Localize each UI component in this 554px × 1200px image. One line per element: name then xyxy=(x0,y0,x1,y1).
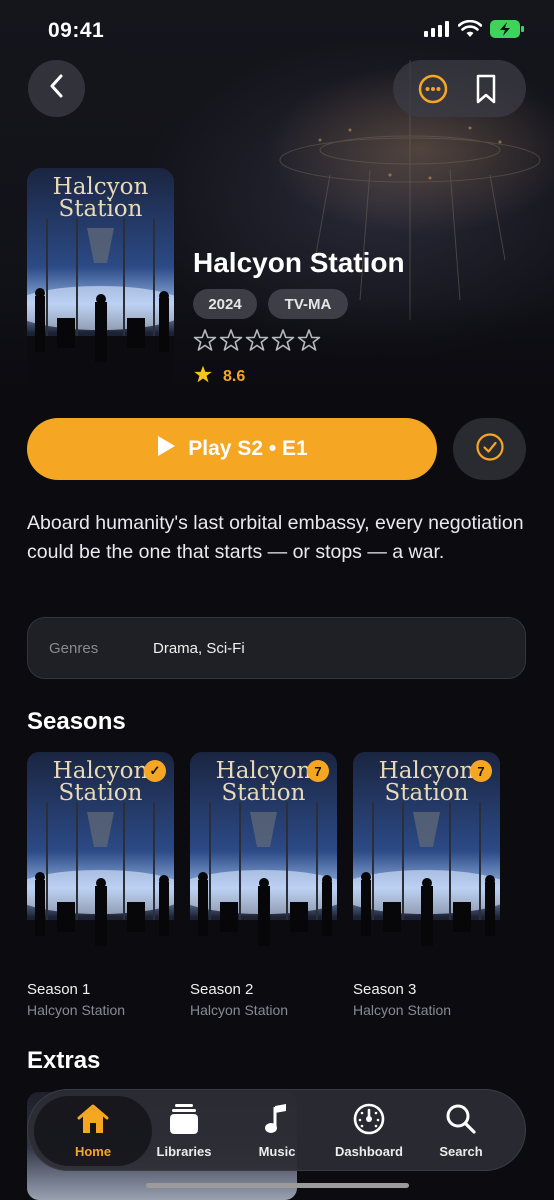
season-poster: Halcyon Station 7 xyxy=(190,752,337,972)
battery-icon xyxy=(490,20,524,43)
checkmark-circle-icon xyxy=(475,432,505,467)
poster-title-line1: Halcyon xyxy=(52,174,149,200)
play-button[interactable]: Play S2 • E1 xyxy=(27,418,437,480)
poster-title-line2: Station xyxy=(58,780,143,806)
season-name: Season 2 xyxy=(190,981,254,998)
wifi-icon xyxy=(457,19,483,43)
community-rating: 8.6 xyxy=(193,364,245,389)
star-outline-icon xyxy=(193,329,321,351)
music-icon xyxy=(264,1103,290,1138)
poster-title-line2: Station xyxy=(58,196,143,222)
tab-dashboard[interactable]: Dashboard xyxy=(323,1096,415,1166)
tab-label: Music xyxy=(258,1144,296,1159)
season-card[interactable]: Halcyon Station 7 Season 2 Halcyon Stati… xyxy=(190,752,337,1018)
genres-value[interactable]: Drama, Sci-Fi xyxy=(153,640,245,657)
year-chip: 2024 xyxy=(193,289,257,319)
signal-icon xyxy=(424,21,450,42)
show-title: Halcyon Station xyxy=(193,247,405,278)
show-description: Aboard humanity's last orbital embassy, … xyxy=(27,512,524,563)
tab-label: Search xyxy=(439,1144,483,1159)
community-rating-value: 8.6 xyxy=(223,367,246,385)
bookmark-button[interactable] xyxy=(466,69,506,109)
seasons-heading: Seasons xyxy=(27,708,126,735)
season-name: Season 1 xyxy=(27,981,91,998)
tab-label: Home xyxy=(74,1144,112,1159)
status-bar: 09:41 xyxy=(0,0,554,60)
poster-title-line2: Station xyxy=(384,780,469,806)
content-rating-chip: TV-MA xyxy=(268,289,348,319)
user-rating-stars[interactable] xyxy=(193,328,323,354)
show-poster: Halcyon Station xyxy=(27,168,174,388)
bookmark-icon xyxy=(476,74,495,103)
tab-home[interactable]: Home xyxy=(34,1096,152,1166)
genres-label: Genres xyxy=(49,639,99,657)
status-time: 09:41 xyxy=(48,19,105,42)
season-series: Halcyon Station xyxy=(353,1002,452,1018)
chevron-left-icon xyxy=(47,74,67,103)
tab-bar: Home Libraries Music Dashboard Search xyxy=(27,1089,526,1171)
unwatched-count-badge: 7 xyxy=(470,760,492,782)
season-card[interactable]: Halcyon Station 7 Season 3 Halcyon Stati… xyxy=(353,752,500,1018)
mark-watched-button[interactable] xyxy=(453,418,526,480)
search-icon xyxy=(445,1103,477,1138)
home-icon xyxy=(76,1103,110,1138)
more-button[interactable] xyxy=(413,69,453,109)
tab-search[interactable]: Search xyxy=(415,1096,507,1166)
tab-music[interactable]: Music xyxy=(231,1096,323,1166)
season-series: Halcyon Station xyxy=(190,1002,289,1018)
season-poster: Halcyon Station ✓ xyxy=(27,752,174,972)
libraries-icon xyxy=(169,1103,199,1138)
watched-badge: ✓ xyxy=(144,760,166,782)
tab-label: Libraries xyxy=(156,1144,212,1159)
season-name: Season 3 xyxy=(353,981,417,998)
unwatched-count-badge: 7 xyxy=(307,760,329,782)
tab-libraries[interactable]: Libraries xyxy=(138,1096,230,1166)
genres-row: Genres Drama, Sci-Fi xyxy=(27,617,526,679)
star-filled-icon xyxy=(193,364,213,389)
more-icon xyxy=(419,74,448,103)
poster-title-line2: Station xyxy=(221,780,306,806)
extras-heading: Extras xyxy=(27,1047,101,1074)
poster-title: Halcyon Station xyxy=(27,174,174,222)
header-actions xyxy=(393,60,526,117)
play-button-label: Play S2 • E1 xyxy=(188,437,308,460)
play-icon xyxy=(156,435,176,463)
dashboard-icon xyxy=(353,1103,385,1138)
back-button[interactable] xyxy=(28,60,85,117)
home-indicator xyxy=(146,1183,409,1188)
season-poster: Halcyon Station 7 xyxy=(353,752,500,972)
season-series: Halcyon Station xyxy=(27,1002,126,1018)
season-card[interactable]: Halcyon Station ✓ Season 1 Halcyon Stati… xyxy=(27,752,174,1018)
tab-label: Dashboard xyxy=(335,1144,403,1159)
